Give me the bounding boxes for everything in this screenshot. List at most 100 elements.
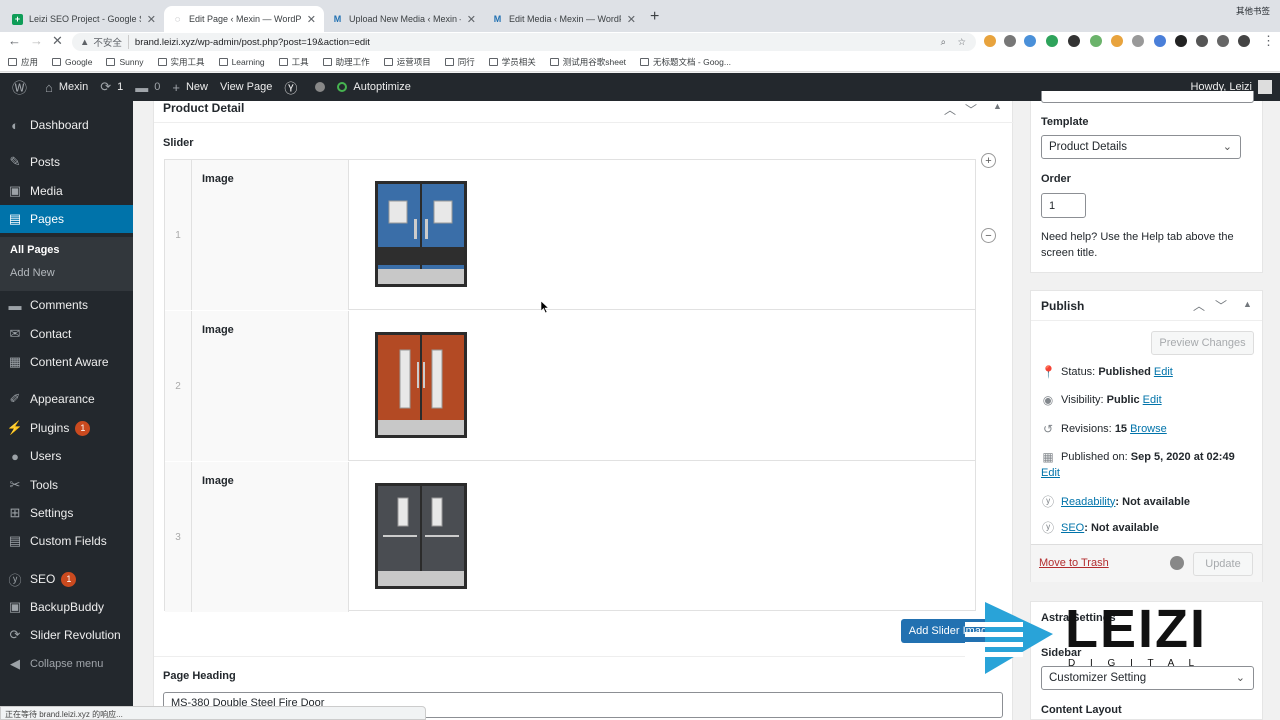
chevron-down-icon[interactable]: ﹀ <box>965 101 977 118</box>
sidebar-item-custom-fields[interactable]: ▤ Custom Fields <box>0 527 133 555</box>
sidebar-item-backupbuddy[interactable]: ▣ BackupBuddy <box>0 593 133 621</box>
chevron-up-icon[interactable]: ︿ <box>944 101 956 118</box>
door-image[interactable] <box>375 332 467 438</box>
site-name-link[interactable]: ⌂ Mexin <box>45 80 88 95</box>
close-icon[interactable]: ✕ <box>147 13 156 26</box>
extension-icon[interactable] <box>1111 35 1123 47</box>
sidebar-item-settings[interactable]: ⊞ Settings <box>0 499 133 527</box>
content-icon: ▦ <box>8 354 22 369</box>
sidebar-item-contact[interactable]: ✉ Contact <box>0 320 133 348</box>
extension-icon[interactable] <box>1132 35 1144 47</box>
edit-status-link[interactable]: Edit <box>1154 366 1173 378</box>
tab-title: Edit Page ‹ Mexin — WordPress <box>189 14 301 24</box>
sidebar-item-dashboard[interactable]: ◐ Dashboard <box>0 111 133 139</box>
toggle-panel-icon[interactable]: ▲ <box>1243 299 1252 309</box>
browser-tab-edit-media[interactable]: M Edit Media ‹ Mexin — WordPre ✕ <box>484 6 644 32</box>
sidebar-item-seo[interactable]: ⓨ SEO 1 <box>0 565 133 593</box>
extension-icon[interactable] <box>1068 35 1080 47</box>
add-row-icon[interactable]: + <box>981 153 996 168</box>
puzzle-icon[interactable] <box>1217 35 1229 47</box>
other-bookmarks[interactable]: 其他书签 <box>1236 5 1270 17</box>
update-button[interactable]: Update <box>1193 552 1253 576</box>
bookmark-item[interactable]: 测试用谷歌sheet <box>549 56 626 68</box>
bookmark-item[interactable]: Sunny <box>106 57 144 67</box>
sidebar-item-pages[interactable]: ▤ Pages <box>0 205 133 233</box>
new-tab-button[interactable]: + <box>650 8 659 26</box>
comments-link[interactable]: ▬ 0 <box>135 80 160 95</box>
browser-tab-edit-page[interactable]: ◌ Edit Page ‹ Mexin — WordPress ✕ <box>164 6 324 32</box>
door-image[interactable] <box>375 181 467 287</box>
translate-icon[interactable] <box>1154 35 1166 47</box>
sidebar-item-tools[interactable]: ✂ Tools <box>0 471 133 499</box>
extension-icon[interactable] <box>1024 35 1036 47</box>
readability-link[interactable]: Readability <box>1061 496 1115 508</box>
bookmark-item[interactable]: 运营项目 <box>383 56 431 68</box>
new-content-link[interactable]: + New <box>172 80 208 95</box>
bookmark-item[interactable]: Google <box>52 57 92 67</box>
close-icon[interactable]: ✕ <box>467 13 476 26</box>
extension-icon[interactable] <box>984 35 996 47</box>
toggle-panel-icon[interactable]: ▲ <box>993 101 1002 111</box>
sidebar-item-plugins[interactable]: ⚡ Plugins 1 <box>0 414 133 442</box>
row-number[interactable]: 2 <box>165 311 192 461</box>
bookmark-item[interactable]: Learning <box>218 57 265 67</box>
submenu-add-new[interactable]: Add New <box>10 267 55 279</box>
browse-revisions-link[interactable]: Browse <box>1130 423 1167 435</box>
parent-select[interactable] <box>1041 91 1254 103</box>
browser-tab-upload-media[interactable]: M Upload New Media ‹ Mexin — V ✕ <box>324 6 484 32</box>
stop-icon[interactable]: ✕ <box>52 33 63 49</box>
extension-icon[interactable] <box>1175 35 1187 47</box>
star-icon[interactable]: ☆ <box>957 37 966 48</box>
autoptimize-link[interactable]: Autoptimize <box>337 81 411 93</box>
yoast-link[interactable]: Ⓨ <box>284 78 303 97</box>
menu-icon[interactable]: ⋮ <box>1262 33 1275 49</box>
order-input[interactable]: 1 <box>1041 193 1086 218</box>
updates-link[interactable]: ⟳ 1 <box>100 79 123 95</box>
extension-icon[interactable] <box>1046 35 1058 47</box>
address-bar[interactable]: ▲ 不安全 brand.leizi.xyz/wp-admin/post.php?… <box>72 33 976 51</box>
bookmark-item[interactable]: 工具 <box>278 56 309 68</box>
sidebar-item-content-aware[interactable]: ▦ Content Aware <box>0 348 133 376</box>
extension-icon[interactable] <box>1196 35 1208 47</box>
sidebar-item-appearance[interactable]: ✐ Appearance <box>0 385 133 413</box>
back-icon[interactable]: ← <box>8 33 21 48</box>
row-number[interactable]: 1 <box>165 160 192 310</box>
bookmark-item[interactable]: 实用工具 <box>157 56 205 68</box>
bookmark-item[interactable]: 学员相关 <box>488 56 536 68</box>
image-field-label-cell: Image <box>192 462 349 612</box>
sidebar-item-media[interactable]: ▣ Media <box>0 177 133 205</box>
preview-changes-button[interactable]: Preview Changes <box>1151 331 1254 355</box>
extension-icon[interactable] <box>1004 35 1016 47</box>
row-number[interactable]: 3 <box>165 462 192 612</box>
extension-icon[interactable] <box>1090 35 1102 47</box>
sidebar-item-users[interactable]: ● Users <box>0 442 133 470</box>
view-page-link[interactable]: View Page <box>220 81 272 93</box>
edit-date-link[interactable]: Edit <box>1041 467 1060 479</box>
seo-link[interactable]: SEO <box>1061 522 1084 534</box>
close-icon[interactable]: ✕ <box>627 13 636 26</box>
yoast-icon: ⓨ <box>1041 521 1054 535</box>
sidebar-item-collapse-menu[interactable]: ◀ Collapse menu <box>0 650 133 678</box>
sidebar-item-comments[interactable]: ▬ Comments <box>0 291 133 319</box>
close-icon[interactable]: ✕ <box>307 13 316 26</box>
wp-logo-button[interactable]: Ⓦ <box>12 77 33 98</box>
pin-icon: ✎ <box>9 154 21 169</box>
zoom-icon[interactable]: ⌕ <box>941 37 946 48</box>
sidebar-item-slider-revolution[interactable]: ⟳ Slider Revolution <box>0 621 133 649</box>
bookmark-item[interactable]: 应用 <box>8 56 38 68</box>
chevron-up-icon[interactable]: ︿ <box>1193 297 1205 314</box>
bookmark-item[interactable]: 同行 <box>444 56 475 68</box>
bookmark-item[interactable]: 无标题文档 - Goog... <box>640 56 731 68</box>
edit-visibility-link[interactable]: Edit <box>1143 394 1162 406</box>
browser-tab-sheets[interactable]: + Leizi SEO Project - Google She ✕ <box>4 6 164 32</box>
chevron-down-icon[interactable]: ﹀ <box>1215 297 1227 314</box>
profile-icon[interactable] <box>1238 35 1250 47</box>
move-to-trash-link[interactable]: Move to Trash <box>1039 557 1109 569</box>
submenu-all-pages[interactable]: All Pages <box>10 244 60 256</box>
sidebar-item-posts[interactable]: ✎ Posts <box>0 148 133 176</box>
bookmark-item[interactable]: 助理工作 <box>322 56 370 68</box>
remove-row-icon[interactable]: − <box>981 228 996 243</box>
forward-icon[interactable]: → <box>30 33 43 48</box>
template-select[interactable]: Product Details ⌄ <box>1041 135 1241 159</box>
door-image[interactable] <box>375 483 467 589</box>
